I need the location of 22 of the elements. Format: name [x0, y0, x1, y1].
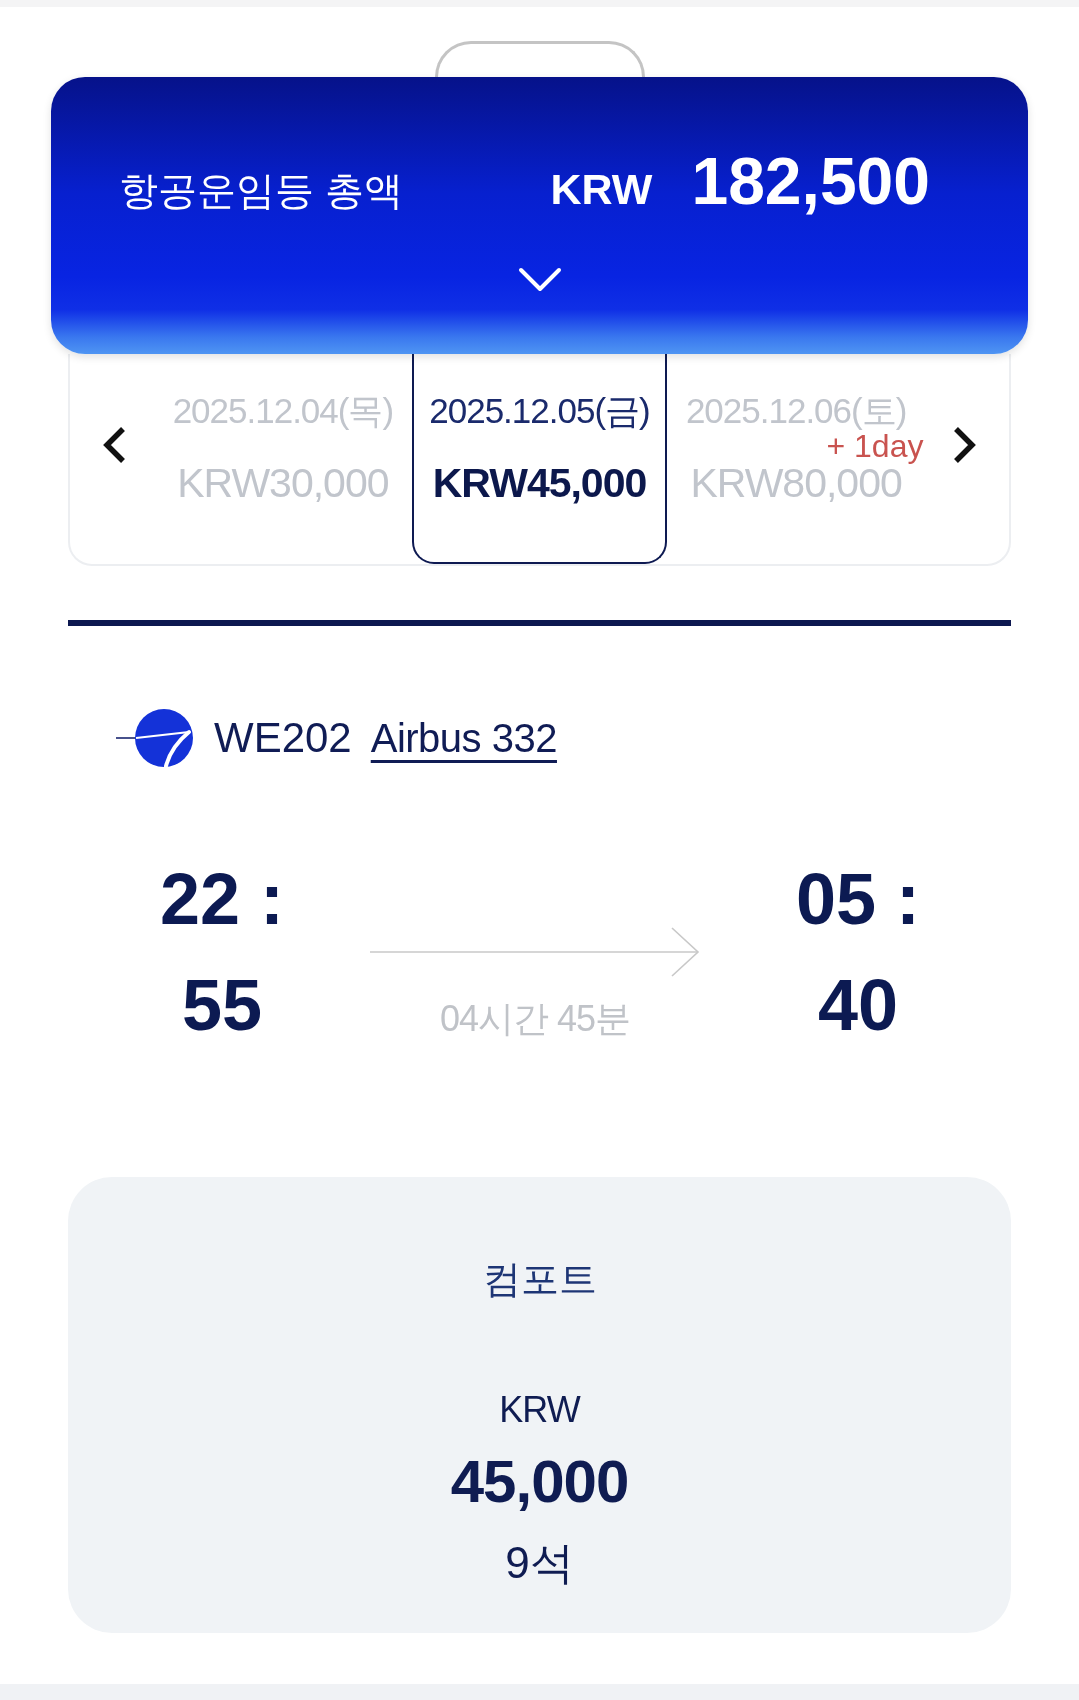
chevron-down-icon — [517, 267, 562, 293]
departure-time: 22 : 55 — [158, 858, 286, 1047]
date-option[interactable]: 2025.12.05(금) KRW45,000 — [412, 354, 667, 564]
seats-left: 9석 — [505, 1537, 574, 1589]
aircraft-link[interactable]: Airbus 332 — [370, 716, 557, 760]
fare-class-name: 컴포트 — [482, 1257, 597, 1302]
next-day-note: + 1day — [826, 430, 924, 462]
flight-duration: 04시간 45분 — [439, 997, 631, 1040]
expand-button[interactable] — [517, 267, 562, 293]
flight-number: WE202 — [214, 714, 352, 762]
currency-label: KRW — [499, 1388, 580, 1431]
arrow-icon — [370, 927, 700, 977]
date-option[interactable]: 2025.12.06(토) KRW80,000 + 1day — [666, 354, 926, 564]
fare-price: 45,000 — [450, 1449, 629, 1515]
chevron-right-icon — [953, 426, 978, 464]
total-amount: 182,500 — [691, 148, 930, 214]
arrival-time: 05 : 40 — [794, 858, 922, 1047]
chevron-left-icon — [101, 426, 126, 464]
total-label: 항공운임등 총액 — [119, 171, 403, 210]
currency-label: KRW — [550, 168, 653, 211]
logo-icon — [116, 709, 193, 767]
fare-card[interactable]: 컴포트 KRW 45,000 9석 — [68, 1177, 1011, 1633]
